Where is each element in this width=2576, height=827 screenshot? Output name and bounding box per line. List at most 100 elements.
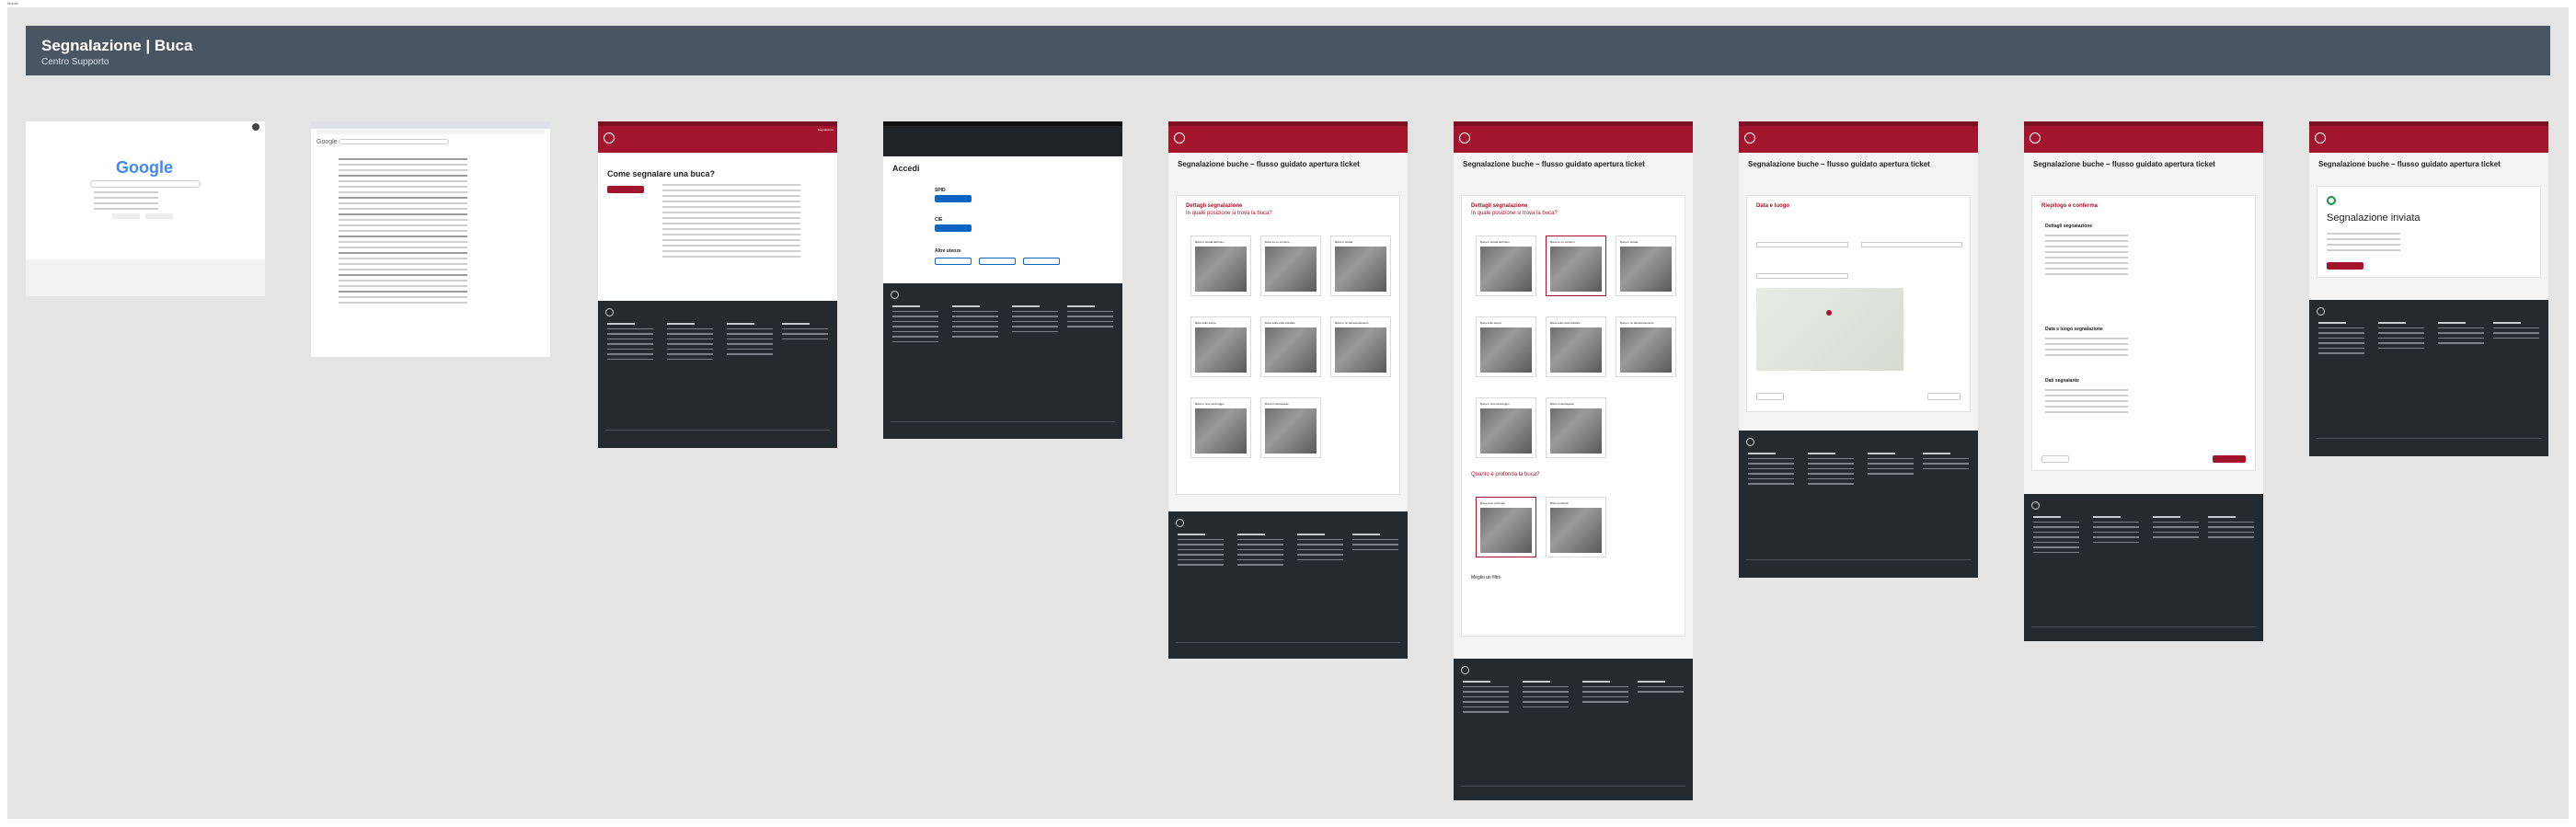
spid-button[interactable] [935,195,972,202]
tile-photo [1480,508,1532,553]
position-tile[interactable]: Buca sullo sterpo [1476,316,1536,377]
banner-subtitle: Centro Supporto [41,57,109,67]
tile-photo [1550,247,1602,292]
results-list [339,158,467,307]
site-footer [1168,511,1408,659]
position-tile[interactable]: Buca su un tombino [1260,235,1321,296]
back-button[interactable] [1756,393,1784,400]
date-input[interactable] [1756,242,1848,247]
position-tile[interactable]: Buca in strada dell'ciam [1190,235,1251,296]
sent-title: Segnalazione inviata [2327,212,2421,224]
summary-heading: Riepilogo e conferma [2041,203,2099,209]
tile-photo [1620,327,1672,373]
summary-user-heading: Dati segnalante [2045,378,2079,384]
position-tile[interactable]: Buca inmarciapede [1260,397,1321,458]
google-search-input[interactable] [90,180,201,188]
google-search-button[interactable] [112,213,140,219]
confirm-button[interactable] [2213,455,2246,463]
screen-sent: Segnalazione buche – flusso guidato aper… [2309,121,2548,456]
check-icon [2327,196,2336,205]
browser-urlbar[interactable] [316,130,545,134]
spid-label: SPID [935,188,946,193]
position-tile[interactable]: Buca sulla pista ciclabile [1260,316,1321,377]
map[interactable] [1756,288,1903,371]
other-login-3[interactable] [1023,258,1060,265]
place-heading: Data e luogo [1756,203,1790,209]
back-button[interactable] [2041,455,2069,463]
screen-flow-place: Segnalazione buche – flusso guidato aper… [1739,121,1978,578]
tile-label: Buca poco profonda [1480,501,1505,505]
tile-photo [1265,327,1317,373]
site-footer [2309,300,2548,456]
tile-photo [1335,327,1386,373]
tile-label: Buca su un tombino [1550,240,1575,244]
position-tile[interactable]: Buca sullo sterpo [1190,316,1251,377]
details-heading: Dettagli segnalazione [1471,203,1528,209]
site-header [1454,121,1693,153]
details-heading: Dettagli segnalazione [1186,203,1243,209]
tile-photo [1550,508,1602,553]
position-tile[interactable]: Buca profonda [1546,497,1606,557]
tile-label: Buca in strada [1620,240,1639,244]
tile-photo [1195,327,1247,373]
screen-google-search: Google [26,121,265,296]
other-login-2[interactable] [979,258,1016,265]
frame-label: Mobile [7,1,18,6]
results-brand: Google [316,139,338,145]
address-input[interactable] [1756,273,1848,279]
position-tile[interactable]: Buca poco profonda [1476,497,1536,557]
tile-label: Buca in strada dell'ciam [1195,240,1225,244]
sent-action-button[interactable] [2327,262,2363,270]
site-footer [2024,494,2263,641]
site-header [2024,121,2263,153]
tile-label: Buca inmarciapede [1265,402,1289,406]
summary-details-heading: Dettagli segnalazione [2045,224,2093,229]
results-search-input[interactable] [339,139,449,144]
screen-flow-details: Segnalazione buche – flusso guidato aper… [1168,121,1408,659]
avatar[interactable] [252,123,259,131]
tile-label: Buca in un attraversamento [1335,321,1369,325]
tile-label: Buca in strada [1335,240,1353,244]
position-tile[interactable]: Buca in strada dell'ciam [1476,235,1536,296]
other-login-1[interactable] [935,258,972,265]
position-tile[interactable]: Buca in una parcheggio [1476,397,1536,458]
place-card: Data e luogo [1746,195,1971,412]
position-tile[interactable]: Buca in un attraversamento [1616,316,1676,377]
screen-flow-depth: Segnalazione buche – flusso guidato aper… [1454,121,1693,800]
position-tile[interactable]: Buca sulla pista ciclabile [1546,316,1606,377]
site-header: Segnalazioni [598,121,837,153]
site-footer [1739,431,1978,578]
screen-flow-summary: Segnalazione buche – flusso guidato aper… [2024,121,2263,641]
depth-more: Meglio un filtro [1471,575,1501,580]
position-tile[interactable]: Buca in strada [1330,235,1391,296]
details-question: In quale posizione si trova la buca? [1471,211,1558,216]
tile-label: Buca sullo sterpo [1480,321,1502,325]
tile-photo [1335,247,1386,292]
tile-label: Buca in una parcheggio [1195,402,1225,406]
segnala-button[interactable] [607,186,644,193]
time-input[interactable] [1861,242,1962,247]
lucky-button[interactable] [145,213,173,219]
next-button[interactable] [1927,393,1961,400]
tile-photo [1480,327,1532,373]
position-tile[interactable]: Buca in una parcheggio [1190,397,1251,458]
google-footer [26,259,265,296]
site-header [2309,121,2548,153]
header-nav[interactable]: Segnalazioni [818,128,834,132]
position-tile[interactable]: Buca su un tombino [1546,235,1606,296]
tile-photo [1195,247,1247,292]
position-tile[interactable]: Buca in un attraversamento [1330,316,1391,377]
footer-logo-icon [605,308,614,316]
tile-label: Buca in strada dell'ciam [1480,240,1510,244]
position-tile[interactable]: Buca in strada [1616,235,1676,296]
site-footer [1454,659,1693,800]
cie-button[interactable] [935,224,972,232]
position-tile[interactable]: Buca inmarciapede [1546,397,1606,458]
tile-label: Buca sullo sterpo [1195,321,1217,325]
tile-photo [1195,408,1247,454]
google-logo: Google [116,158,173,177]
flow-title: Segnalazione buche – flusso guidato aper… [2033,160,2215,168]
tile-photo [1550,408,1602,454]
page-title: Come segnalare una buca? [607,169,716,178]
tile-label: Buca in un attraversamento [1620,321,1654,325]
